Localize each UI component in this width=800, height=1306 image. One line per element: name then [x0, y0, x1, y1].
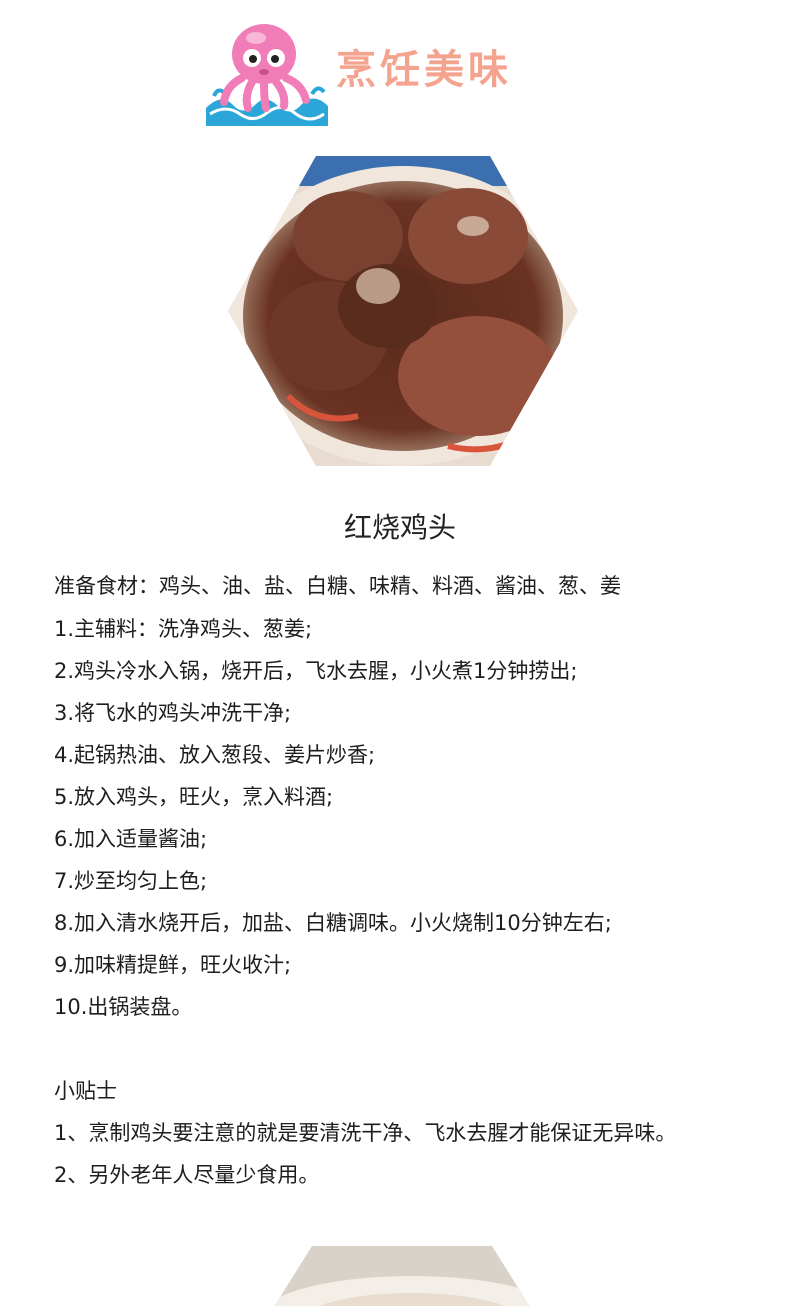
- octopus-mascot-icon: [206, 24, 328, 126]
- step-item: 9.加味精提鲜，旺火收汁;: [54, 953, 292, 977]
- braised-chicken-heads-photo: [228, 156, 578, 466]
- step-item: 6.加入适量酱油;: [54, 827, 208, 851]
- step-item: 10.出锅装盘。: [54, 995, 193, 1019]
- brand-title: 烹饪美味: [336, 47, 512, 93]
- tip-item: 1、烹制鸡头要注意的就是要清洗干净、飞水去腥才能保证无异味。: [54, 1121, 677, 1145]
- step-item: 5.放入鸡头，旺火，烹入料酒;: [54, 785, 334, 809]
- next-dish-photo: [262, 1246, 542, 1306]
- step-item: 3.将飞水的鸡头冲洗干净;: [54, 701, 292, 725]
- tips-title: 小贴士: [54, 1079, 117, 1103]
- step-item: 8.加入清水烧开后，加盐、白糖调味。小火烧制10分钟左右;: [54, 911, 612, 935]
- step-item: 7.炒至均匀上色;: [54, 869, 208, 893]
- step-item: 1.主辅料：洗净鸡头、葱姜;: [54, 617, 313, 641]
- step-item: 2.鸡头冷水入锅，烧开后，飞水去腥，小火煮1分钟捞出;: [54, 659, 578, 683]
- step-item: 4.起锅热油、放入葱段、姜片炒香;: [54, 743, 376, 767]
- recipe-title: 红烧鸡头: [343, 511, 456, 544]
- ingredients-line: 准备食材：鸡头、油、盐、白糖、味精、料酒、酱油、葱、姜: [54, 574, 621, 598]
- brand-header: 烹饪美味: [200, 18, 600, 128]
- tip-item: 2、另外老年人尽量少食用。: [54, 1163, 320, 1187]
